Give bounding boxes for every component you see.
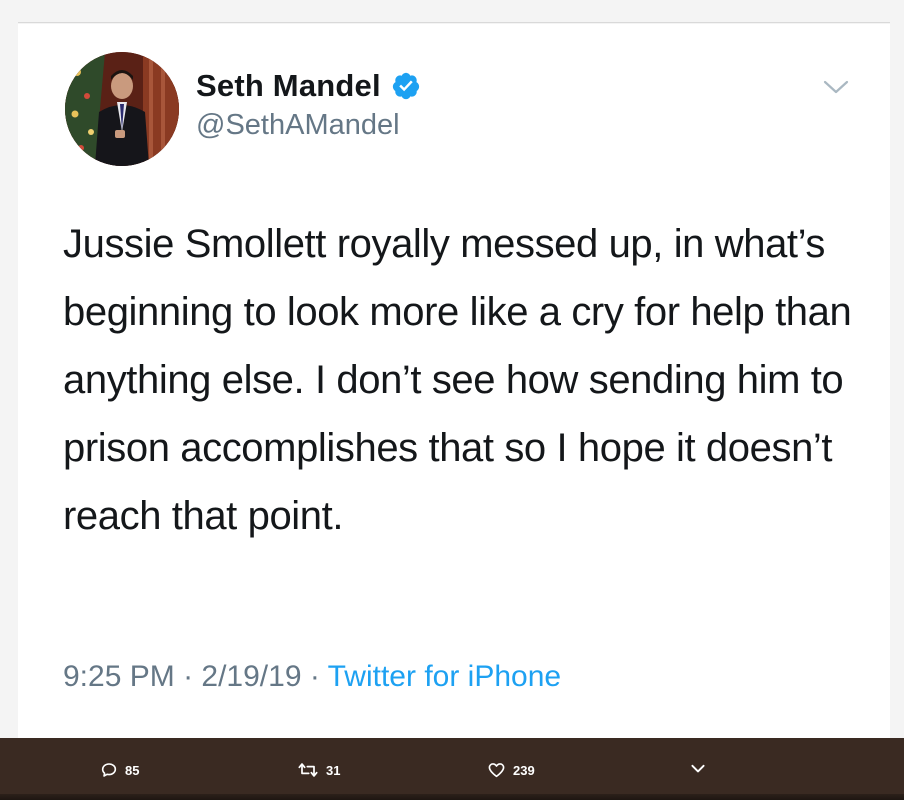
meta-separator: ·	[309, 660, 328, 693]
chevron-down-icon[interactable]	[822, 77, 850, 97]
tweet-meta: 9:25 PM · 2/19/19 · Twitter for iPhone	[63, 660, 561, 694]
more-button[interactable]	[690, 762, 706, 776]
display-name[interactable]: Seth Mandel	[196, 68, 381, 104]
divider	[18, 22, 890, 23]
author-row: Seth Mandel	[196, 68, 421, 104]
avatar-photo	[65, 52, 179, 166]
tweet-actions-bar: 85 31 239	[0, 738, 904, 800]
speech-bubble-icon	[101, 763, 117, 777]
tweet-time[interactable]: 9:25 PM	[63, 660, 175, 693]
tweet-date[interactable]: 2/19/19	[201, 660, 301, 693]
avatar[interactable]	[65, 52, 179, 166]
retweet-button[interactable]: 31	[298, 762, 340, 778]
like-button[interactable]: 239	[488, 762, 535, 778]
user-handle[interactable]: @SethAMandel	[196, 109, 400, 142]
retweet-count: 31	[326, 762, 341, 778]
tweet-text: Jussie Smollett royally messed up, in wh…	[63, 222, 852, 538]
tweet-source-link[interactable]: Twitter for iPhone	[328, 660, 561, 693]
meta-separator: ·	[183, 660, 202, 693]
chevron-down-icon	[691, 764, 705, 773]
tweet-card: Seth Mandel @SethAMandel Jussie Smollett…	[18, 24, 890, 738]
like-count: 239	[513, 762, 535, 778]
heart-icon	[488, 763, 505, 778]
reply-button[interactable]: 85	[101, 762, 139, 778]
verified-badge-icon	[391, 71, 421, 101]
retweet-icon	[298, 763, 318, 777]
reply-count: 85	[125, 762, 140, 778]
